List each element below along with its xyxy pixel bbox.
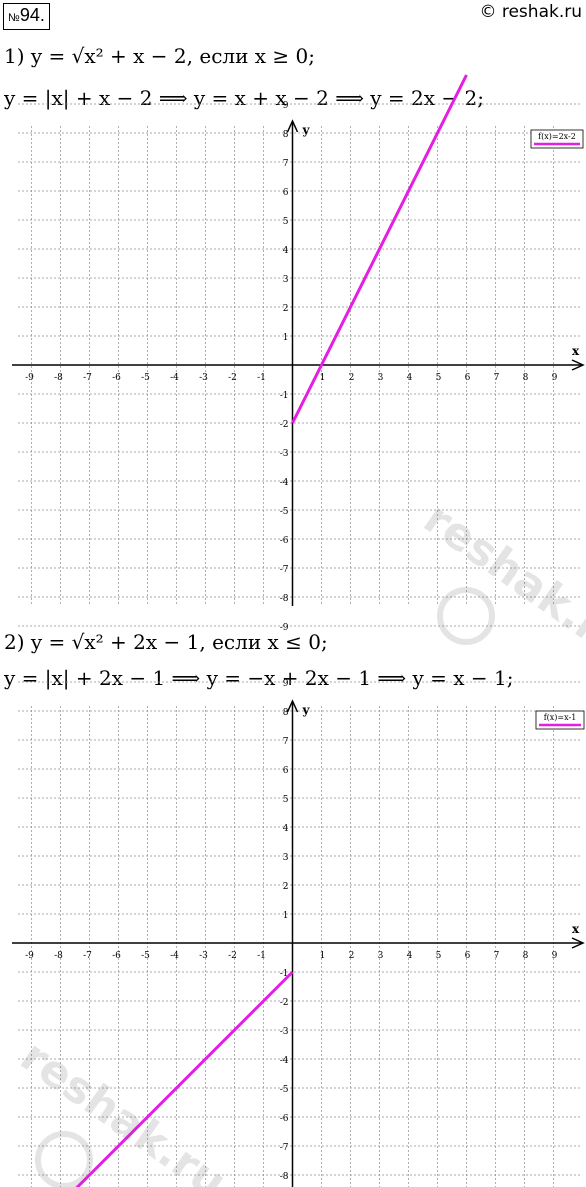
watermark-layer: reshak.ru reshak.ru <box>11 493 586 1187</box>
watermark-copyright-1 <box>437 587 495 645</box>
watermark-text-1: reshak.ru <box>415 493 586 671</box>
watermark-text-2: reshak.ru <box>11 1031 235 1187</box>
watermark-copyright-2 <box>35 1131 93 1187</box>
